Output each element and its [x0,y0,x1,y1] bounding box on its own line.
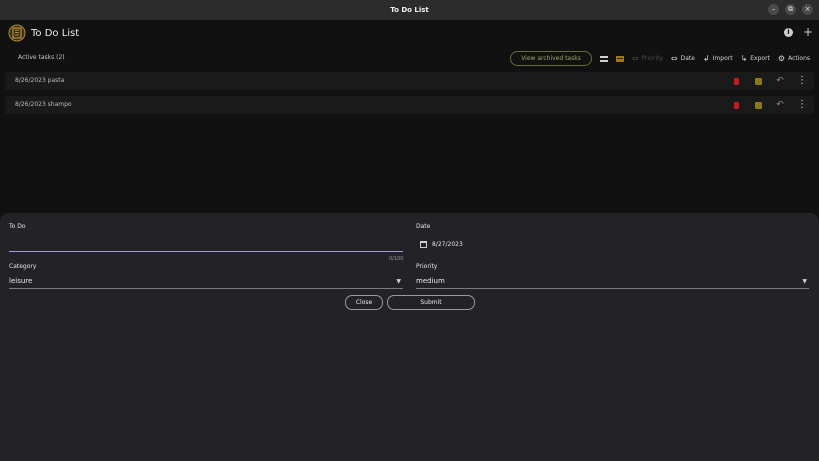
window-title: To Do List [390,6,429,14]
close-window-button[interactable]: × [802,4,813,15]
header-actions: i + [783,26,813,38]
priority-value: medium [416,277,445,285]
task-text: 8/26/2023 pasta [15,77,65,84]
todo-label: To Do [9,223,26,230]
task-menu-button[interactable]: ⋮ [794,74,810,88]
undo-task-button[interactable]: ↶ [772,74,788,88]
active-tasks-label: Active tasks (2) [18,54,65,61]
sort-priority-button[interactable]: ⇔ Priority [632,54,663,63]
undo-icon: ↶ [776,76,784,86]
calendar-icon [420,241,427,248]
view-archived-button[interactable]: View archived tasks [510,51,592,66]
task-menu-button[interactable]: ⋮ [794,98,810,112]
toolbar-controls: View archived tasks ⇔ Priority ⇔ Date ↲ … [510,51,810,66]
minimize-button[interactable]: – [768,4,779,15]
undo-icon: ↶ [776,100,784,110]
window-controls: – ⧉ × [768,4,813,15]
import-icon: ↲ [702,54,710,63]
sort-icon: ⇔ [631,54,639,63]
category-label: Category [9,263,37,270]
priority-label: Priority [416,263,438,270]
task-row[interactable]: 8/26/2023 pasta ↶ ⋮ [5,72,814,90]
dropdown-arrow-icon: ▼ [802,278,807,285]
submit-button[interactable]: Submit [387,295,475,310]
char-counter: 0/100 [389,256,404,262]
more-vertical-icon: ⋮ [797,99,807,110]
sort-priority-label: Priority [641,55,663,62]
archive-icon [754,77,762,85]
todo-input[interactable] [9,237,403,252]
task-row[interactable]: 8/26/2023 shampo ↶ ⋮ [5,96,814,114]
archive-task-button[interactable] [750,74,766,88]
sort-date-button[interactable]: ⇔ Date [671,54,695,63]
app-title: To Do List [31,27,80,39]
export-label: Export [750,55,770,62]
archive-task-button[interactable] [750,98,766,112]
priority-select[interactable]: medium ▼ [416,277,809,289]
date-field[interactable]: 8/27/2023 [420,241,463,248]
date-label: Date [416,223,431,230]
restore-button[interactable]: ⧉ [785,4,796,15]
window-titlebar: To Do List – ⧉ × [0,0,819,20]
export-icon: ↳ [740,54,748,63]
actions-button[interactable]: ⚙ Actions [778,54,810,63]
more-vertical-icon: ⋮ [797,75,807,86]
task-toolbar: Active tasks (2) View archived tasks ⇔ P… [0,49,819,67]
date-value: 8/27/2023 [432,241,463,248]
task-text: 8/26/2023 shampo [15,101,72,108]
task-actions: ↶ ⋮ [728,74,810,88]
task-actions: ↶ ⋮ [728,98,810,112]
sort-icon: ⇔ [670,54,678,63]
add-icon[interactable]: + [803,26,813,38]
sort-date-label: Date [680,55,695,62]
undo-task-button[interactable]: ↶ [772,98,788,112]
delete-task-button[interactable] [728,74,744,88]
category-value: leisure [9,277,33,285]
actions-label: Actions [788,55,810,62]
app-logo-icon [8,24,26,42]
export-button[interactable]: ↳ Export [741,54,770,63]
dropdown-arrow-icon: ▼ [396,278,401,285]
trash-icon [733,101,739,109]
info-icon[interactable]: i [783,27,793,37]
import-button[interactable]: ↲ Import [703,54,733,63]
close-button[interactable]: Close [345,295,383,310]
delete-task-button[interactable] [728,98,744,112]
compact-view-icon[interactable] [615,55,624,62]
app-header: To Do List [8,24,79,42]
import-label: Import [712,55,733,62]
category-select[interactable]: leisure ▼ [9,277,403,289]
gear-icon: ⚙ [777,54,786,63]
trash-icon [733,77,739,85]
archive-icon [754,101,762,109]
list-view-icon[interactable] [599,55,608,62]
